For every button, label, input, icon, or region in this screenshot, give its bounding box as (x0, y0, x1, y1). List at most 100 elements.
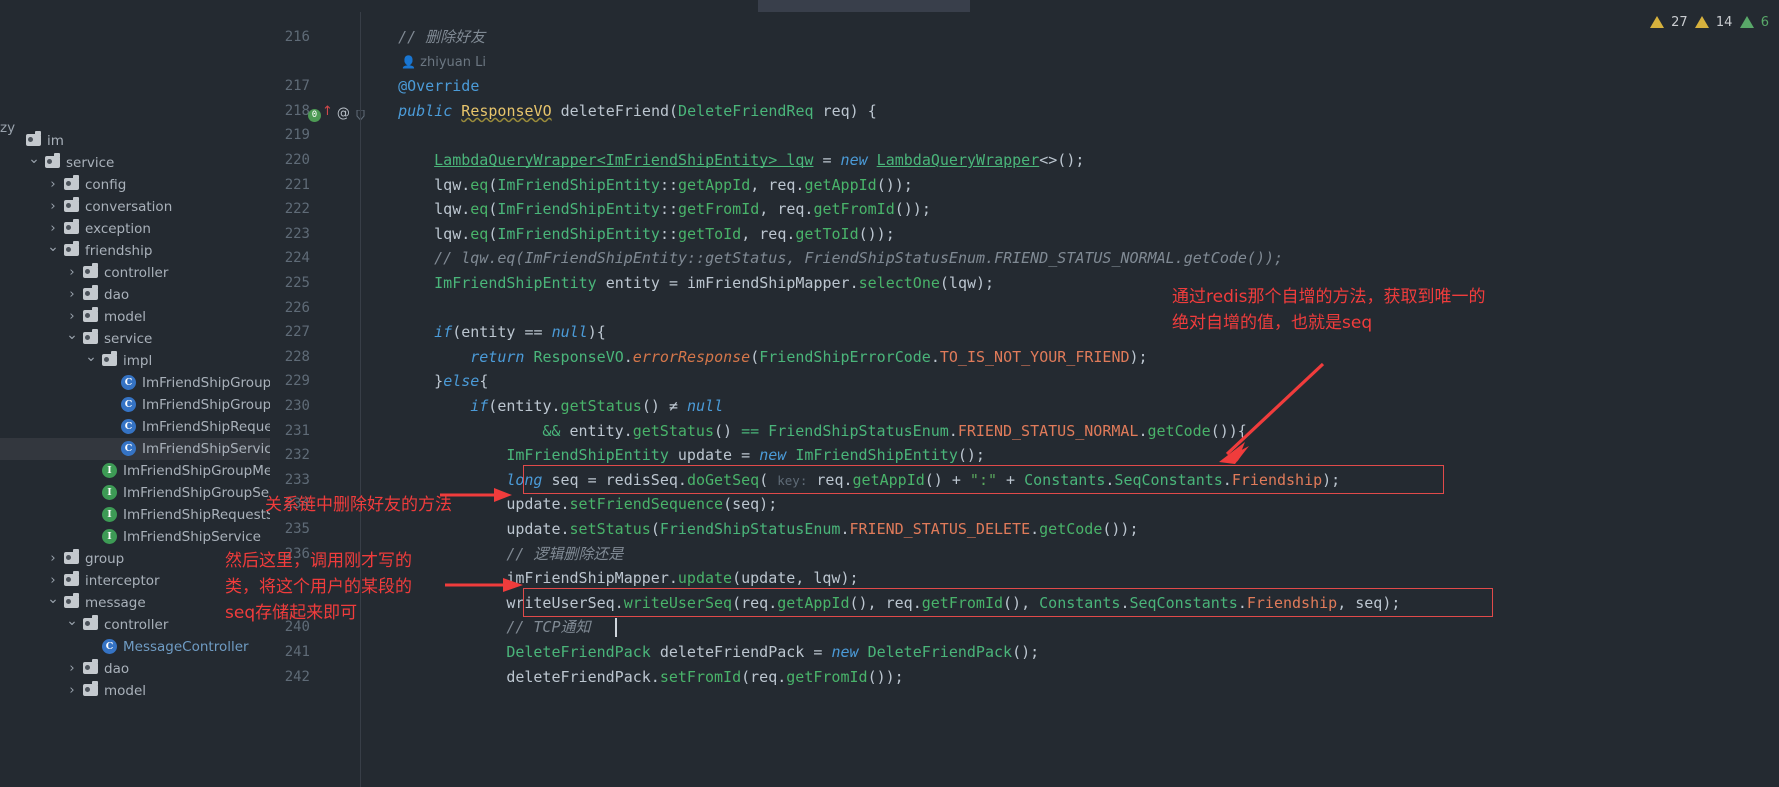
code-token: ( (750, 347, 760, 366)
tree-item-service[interactable]: ⌄ service (0, 327, 270, 350)
code-token: ImFriendShipEntity (497, 200, 660, 219)
tree-item-config[interactable]: › config (0, 174, 270, 196)
chevron-right-icon[interactable]: › (65, 284, 79, 306)
editor-scrollbar[interactable] (1768, 12, 1779, 787)
code-token: ); (1129, 347, 1148, 366)
code-line[interactable]: lqw.eq(ImFriendShipEntity::getAppId, req… (434, 173, 913, 198)
code-text-area[interactable]: // 删除好友 👤 zhiyuan Li @Override public Respo… (362, 12, 1779, 787)
code-token: ImFriendShipEntity (497, 224, 660, 243)
line-number: 229 (284, 373, 310, 390)
chevron-down-icon[interactable]: ⌄ (46, 588, 60, 610)
chevron-right-icon[interactable]: › (65, 658, 79, 680)
chevron-down-icon[interactable]: ⌄ (65, 610, 79, 632)
tree-item-dao[interactable]: › dao (0, 284, 270, 306)
code-line[interactable]: LambdaQueryWrapper<ImFriendShipEntity> l… (434, 148, 1084, 173)
folder-icon (83, 329, 99, 346)
code-token: update (677, 569, 733, 588)
chevron-down-icon[interactable]: ⌄ (65, 324, 79, 346)
code-line[interactable]: lqw.eq(ImFriendShipEntity::getToId, req.… (434, 222, 895, 247)
code-token: :: (659, 224, 678, 243)
chevron-right-icon[interactable]: › (65, 680, 79, 702)
code-token: (update, lqw); (732, 569, 859, 588)
code-token: if (434, 323, 453, 342)
tree-item-label: friendship (85, 243, 153, 259)
code-line[interactable]: if(entity.getStatus() ≠ null (470, 394, 723, 419)
code-token: lqw. (434, 175, 471, 194)
chevron-right-icon[interactable]: › (46, 196, 60, 218)
editor-gutter[interactable]: 216 217 218 0 ↑ @219 220 221 222 223 224 225 226 227 2… (270, 12, 365, 787)
code-editor[interactable]: 216 217 218 0 ↑ @219 220 221 222 223 224 225 226 227 2… (270, 12, 1779, 787)
code-line[interactable]: // TCP通知 (506, 615, 590, 640)
code-token: new (840, 151, 877, 169)
code-line[interactable]: && entity.getStatus() == FriendShipStatu… (542, 419, 1246, 444)
tree-item-label: ImFriendShipGroupServic.. (142, 397, 270, 413)
tree-item-impl[interactable]: ⌄ impl (0, 349, 270, 372)
tree-item-model[interactable]: › model (0, 680, 270, 702)
code-line[interactable]: public ResponseVO deleteFriend(DeleteFri… (398, 99, 877, 124)
chevron-down-icon[interactable]: ⌄ (84, 346, 98, 368)
code-token: lqw. (434, 224, 471, 243)
folder-icon (45, 153, 61, 170)
project-tree-sidebar[interactable]: zy im ⌄ service › config › conversation › except… (0, 12, 270, 787)
code-token: , req. (759, 200, 814, 219)
line-number: 228 (284, 348, 310, 365)
code-line[interactable]: update.setFriendSequence(seq); (506, 492, 777, 517)
tree-item-model[interactable]: › model (0, 306, 270, 328)
tree-item-imfriendshipgroupservice[interactable]: I ImFriendShipGroupService (0, 482, 270, 504)
code-token: new (759, 446, 796, 465)
tree-item-controller[interactable]: › controller (0, 262, 270, 284)
code-line[interactable]: DeleteFriendPack deleteFriendPack = new … (506, 640, 1039, 665)
tree-item-imfriendshiprequestservice[interactable]: I ImFriendShipRequestService (0, 504, 270, 526)
code-line[interactable]: }else{ (434, 369, 488, 394)
code-token: eq (470, 224, 489, 243)
code-token: public (398, 101, 462, 120)
code-token: DeleteFriendPack (867, 643, 1013, 661)
java-interface-icon: I (102, 463, 118, 478)
code-token: () (713, 421, 742, 440)
tree-item-imfriendshiprequestservi[interactable]: C ImFriendShipRequestServi.. (0, 416, 270, 438)
code-token: getFromId (813, 200, 895, 219)
run-bean-icon[interactable]: 0 (308, 108, 321, 122)
code-line[interactable]: if(entity == null){ (434, 320, 606, 345)
code-line[interactable]: // lqw.eq(ImFriendShipEntity::getStatus,… (434, 246, 1283, 271)
chevron-down-icon[interactable]: ⌄ (27, 148, 41, 170)
tree-item-imfriendshipgroupmembe[interactable]: C ImFriendShipGroupMembe.. (0, 372, 270, 394)
java-class-icon: C (121, 419, 137, 434)
tree-item-service[interactable]: ⌄ service (0, 151, 270, 174)
tree-item-imfriendshipservice[interactable]: I ImFriendShipService (0, 526, 270, 548)
tree-item-imfriendshipgroupmemberse[interactable]: I ImFriendShipGroupMemberSe.. (0, 460, 270, 482)
code-line[interactable]: return ResponseVO.errorResponse(FriendSh… (470, 345, 1147, 370)
tree-item-imfriendshipgroupservic[interactable]: C ImFriendShipGroupServic.. (0, 394, 270, 416)
chevron-right-icon[interactable]: › (46, 548, 60, 570)
code-token: && (542, 421, 570, 440)
code-token: = (813, 151, 841, 169)
code-line[interactable]: update.setStatus(FriendShipStatusEnum.FR… (506, 517, 1138, 542)
code-line[interactable]: deleteFriendPack.setFromId(req.getFromId… (506, 665, 903, 690)
warning-count-primary: 27 (1671, 15, 1688, 30)
code-line[interactable]: // 逻辑删除还是 (506, 542, 623, 567)
tree-item-friendship[interactable]: ⌄ friendship (0, 239, 270, 262)
gutter-markers[interactable]: 0 ↑ @ (308, 102, 350, 122)
code-line[interactable]: // 删除好友 (398, 25, 485, 50)
line-number: 235 (284, 521, 310, 537)
tree-item-dao[interactable]: › dao (0, 658, 270, 680)
chevron-down-icon[interactable]: ⌄ (46, 236, 60, 258)
java-class-icon: C (121, 397, 137, 412)
code-line[interactable]: lqw.eq(ImFriendShipEntity::getFromId, re… (434, 197, 931, 222)
chevron-right-icon[interactable]: › (65, 262, 79, 284)
code-token: if (470, 397, 489, 415)
inspection-status-widget[interactable]: 27 14 6 (1647, 12, 1769, 34)
code-line[interactable]: ImFriendShipEntity entity = imFriendShip… (434, 271, 994, 296)
code-token: update. (506, 495, 570, 514)
override-arrow-icon[interactable]: ↑ (322, 104, 333, 119)
tree-item-conversation[interactable]: › conversation (0, 196, 270, 218)
code-token: @Override (398, 77, 480, 96)
code-token: . (948, 421, 958, 440)
chevron-right-icon[interactable]: › (46, 174, 60, 196)
tree-item-messagecontroller[interactable]: C MessageController (0, 636, 270, 658)
code-token: (entity. (488, 397, 561, 415)
tree-item-imfriendshipserviceimpl[interactable]: C ImFriendShipServiceImpl (0, 438, 270, 460)
code-line[interactable]: @Override (398, 74, 479, 99)
tree-item-exception[interactable]: › exception (0, 218, 270, 240)
annotation-at-icon[interactable]: @ (337, 106, 350, 121)
